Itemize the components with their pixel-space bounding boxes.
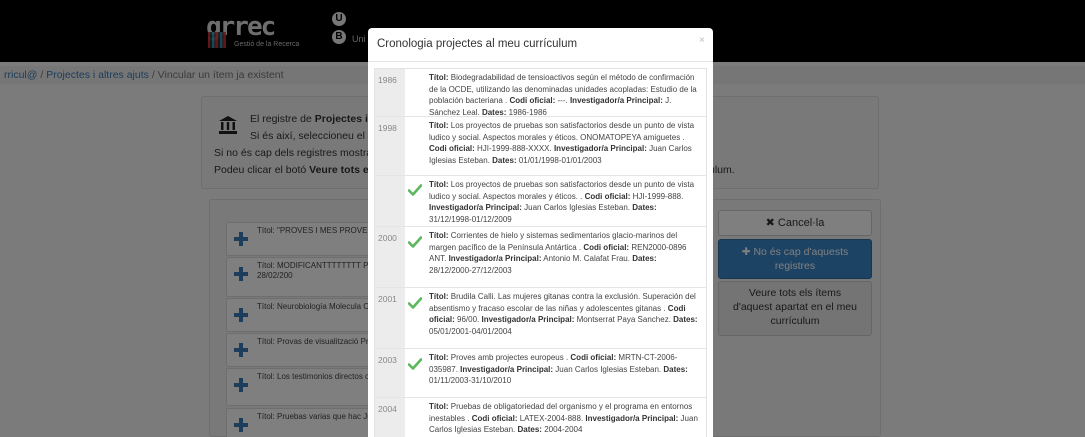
- timeline-entry[interactable]: 2003 Títol: Proves amb projectes europeus…: [375, 349, 706, 398]
- timeline-year-column: 1998: [375, 117, 405, 175]
- timeline-entry-text: Títol: Los proyectos de pruebas son sati…: [429, 180, 695, 224]
- timeline-year: 1986: [378, 75, 397, 85]
- timeline-entry-text: Títol: Proves amb projectes europeus . C…: [429, 353, 688, 385]
- timeline-year: 2001: [378, 294, 397, 304]
- check-icon: [408, 236, 422, 248]
- timeline-year-column: 2000: [375, 227, 405, 287]
- check-icon: [408, 184, 422, 196]
- timeline-entry[interactable]: 1986 Títol: Biodegradabilidad de tensioac…: [375, 69, 706, 117]
- check-icon: [408, 358, 422, 370]
- timeline-entry-text: Títol: Corrientes de hielo y sistemas se…: [429, 231, 687, 275]
- modal-header: Cronologia projectes al meu currículum ×: [368, 28, 713, 62]
- timeline-entry-text: Títol: Pruebas de obligatoriedad del org…: [429, 402, 698, 434]
- timeline-year-column: 2001: [375, 288, 405, 348]
- modal-title: Cronologia projectes al meu currículum: [377, 38, 578, 50]
- timeline-entry[interactable]: Títol: Los proyectos de pruebas son sati…: [375, 176, 706, 227]
- timeline-year-column: 2004: [375, 398, 405, 437]
- timeline-year: 2000: [378, 233, 397, 243]
- timeline-year-column: 1986: [375, 69, 405, 116]
- timeline-modal: Cronologia projectes al meu currículum ×…: [368, 28, 713, 437]
- timeline-year-column: [375, 176, 405, 226]
- timeline-list[interactable]: 1986 Títol: Biodegradabilidad de tensioac…: [374, 68, 707, 437]
- timeline-entry-text: Títol: Biodegradabilidad de tensioactivo…: [429, 73, 697, 117]
- check-icon: [408, 297, 422, 309]
- timeline-year: 2003: [378, 355, 397, 365]
- timeline-entry-text: Títol: Los proyectos de pruebas son sati…: [429, 121, 695, 165]
- timeline-year-column: 2003: [375, 349, 405, 397]
- timeline-year: 1998: [378, 123, 397, 133]
- timeline-entry[interactable]: 2001 Títol: Brudila Calli. Las mujeres gi…: [375, 288, 706, 349]
- timeline-entry-text: Títol: Brudila Calli. Las mujeres gitana…: [429, 292, 698, 336]
- timeline-entry[interactable]: 2000 Títol: Corrientes de hielo y sistema…: [375, 227, 706, 288]
- timeline-year: 2004: [378, 404, 397, 414]
- timeline-entry[interactable]: 1998 Títol: Los proyectos de pruebas son …: [375, 117, 706, 176]
- close-icon[interactable]: ×: [699, 35, 705, 46]
- timeline-entry[interactable]: 2004 Títol: Pruebas de obligatoriedad del…: [375, 398, 706, 437]
